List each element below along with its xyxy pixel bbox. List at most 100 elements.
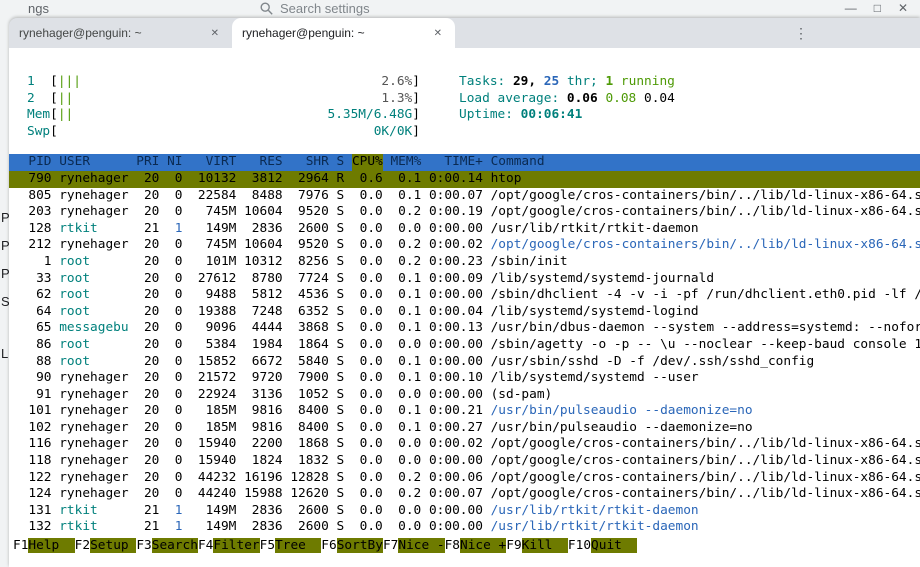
cell-mem: 0.1	[390, 354, 421, 371]
process-row[interactable]: 128rtkit211149M28362600S0.00.00:00.00/us…	[9, 221, 920, 238]
cell-s: S	[337, 337, 345, 354]
cell-shr: 4536	[290, 287, 329, 304]
cell-cpu: 0.0	[352, 470, 383, 487]
process-row[interactable]: 86root200538419841864S0.00.00:00.00/sbin…	[9, 337, 920, 354]
process-row[interactable]: 132rtkit211149M28362600S0.00.00:00.00/us…	[9, 519, 920, 536]
process-row[interactable]: 1root200101M103128256S0.00.20:00.23/sbin…	[9, 254, 920, 271]
process-row[interactable]: 88root2001585266725840S0.00.10:00.00/usr…	[9, 354, 920, 371]
fkey-f4[interactable]: F4Filter	[198, 538, 260, 555]
cell-user: rynehager	[59, 171, 128, 188]
cell-virt: 10132	[190, 171, 236, 188]
cell-ni: 0	[167, 204, 182, 221]
close-icon[interactable]: ✕	[898, 0, 908, 17]
column-header-virt[interactable]: VIRT	[190, 154, 236, 171]
process-row[interactable]: 790rynehager2001013238122964R0.60.10:00.…	[9, 171, 920, 188]
process-row[interactable]: 116rynehager2001594022001868S0.00.00:00.…	[9, 436, 920, 453]
process-row[interactable]: 33root2002761287807724S0.00.10:00.09/lib…	[9, 271, 920, 288]
cell-cpu: 0.0	[352, 519, 383, 536]
process-row[interactable]: 122rynehager200442321619612828S0.00.20:0…	[9, 470, 920, 487]
cell-ni: 0	[167, 271, 182, 288]
column-header-user[interactable]: USER	[59, 154, 128, 171]
cell-time: 0:00.04	[429, 304, 483, 321]
cell-pri: 20	[136, 320, 159, 337]
tab-close-icon[interactable]: ✕	[431, 27, 445, 40]
cell-mem: 0.1	[390, 171, 421, 188]
cell-mem: 0.2	[390, 486, 421, 503]
cell-pid: 805	[13, 188, 52, 205]
cell-user: rynehager	[59, 436, 128, 453]
cell-time: 0:00.00	[429, 287, 483, 304]
cell-cmd: (sd-pam)	[491, 387, 553, 404]
process-row[interactable]: 203rynehager200745M106049520S0.00.20:00.…	[9, 204, 920, 221]
process-row[interactable]: 212rynehager200745M106049520S0.00.20:00.…	[9, 237, 920, 254]
cell-shr: 8400	[290, 420, 329, 437]
load-average-label: Load average:	[459, 91, 559, 106]
fkey-f1[interactable]: F1Help	[13, 538, 75, 555]
process-row[interactable]: 91rynehager2002292431361052S0.00.00:00.0…	[9, 387, 920, 404]
cell-user: rynehager	[59, 387, 128, 404]
cell-res: 10312	[244, 254, 283, 271]
settings-search[interactable]: Search settings	[260, 1, 370, 16]
cell-pid: 90	[13, 370, 52, 387]
cell-time: 0:00.00	[429, 503, 483, 520]
fkey-f8[interactable]: F8Nice +	[445, 538, 507, 555]
column-header-res[interactable]: RES	[244, 154, 283, 171]
terminal-tab[interactable]: rynehager@penguin: ~✕	[232, 18, 455, 48]
fkey-f2[interactable]: F2Setup	[75, 538, 137, 555]
process-row[interactable]: 65messagebu200909644443868S0.00.10:00.13…	[9, 320, 920, 337]
process-row[interactable]: 64root2001938872486352S0.00.10:00.04/lib…	[9, 304, 920, 321]
thr-label: thr;	[567, 74, 598, 89]
column-header-s[interactable]: S	[337, 154, 345, 171]
maximize-icon[interactable]: □	[874, 0, 881, 17]
menu-button[interactable]: ⋮	[789, 18, 813, 48]
process-row[interactable]: 805rynehager2002258484887976S0.00.10:00.…	[9, 188, 920, 205]
column-header-ni[interactable]: NI	[167, 154, 182, 171]
fkey-f7[interactable]: F7Nice -	[383, 538, 445, 555]
process-row[interactable]: 62root200948858124536S0.00.10:00.00/sbin…	[9, 287, 920, 304]
process-row[interactable]: 102rynehager200185M98168400S0.00.10:00.2…	[9, 420, 920, 437]
cell-pid: 212	[13, 237, 52, 254]
cell-cpu: 0.0	[352, 271, 383, 288]
tab-close-icon[interactable]: ✕	[208, 27, 222, 40]
fkey-f5[interactable]: F5Tree	[260, 538, 322, 555]
fkey-number: F9	[506, 538, 521, 553]
meter-open-bracket: [	[50, 74, 58, 89]
fkey-f9[interactable]: F9Kill	[506, 538, 568, 555]
cell-cmd: /lib/systemd/systemd-logind	[491, 304, 699, 321]
column-header-pri[interactable]: PRI	[136, 154, 159, 171]
cell-mem: 0.1	[390, 287, 421, 304]
terminal-tab[interactable]: rynehager@penguin: ~✕	[9, 18, 232, 48]
column-header-shr[interactable]: SHR	[290, 154, 329, 171]
fkey-label: SortBy	[337, 538, 383, 553]
load-5min: 0.08	[605, 91, 636, 106]
column-header-mem[interactable]: MEM%	[390, 154, 421, 171]
cell-mem: 0.2	[390, 237, 421, 254]
column-header-time[interactable]: TIME+	[429, 154, 483, 171]
meter-open-bracket: [	[50, 124, 58, 139]
fkey-f10[interactable]: F10Quit	[568, 538, 637, 555]
uptime-line: Uptime: 00:06:41	[459, 107, 675, 124]
fkey-f6[interactable]: F6SortBy	[321, 538, 383, 555]
cell-cpu: 0.0	[352, 453, 383, 470]
column-header-pid[interactable]: PID	[13, 154, 52, 171]
process-row[interactable]: 118rynehager2001594018241832S0.00.00:00.…	[9, 453, 920, 470]
process-row[interactable]: 124rynehager200442401598812620S0.00.20:0…	[9, 486, 920, 503]
cell-time: 0:00.13	[429, 320, 483, 337]
minimize-icon[interactable]: —	[845, 0, 857, 17]
cell-cpu: 0.0	[352, 420, 383, 437]
cell-ni: 1	[167, 519, 182, 536]
process-row[interactable]: 90rynehager2002157297207900S0.00.10:00.1…	[9, 370, 920, 387]
cell-virt: 15940	[190, 453, 236, 470]
cell-cmd: /usr/lib/rtkit/rtkit-daemon	[491, 221, 699, 238]
cell-s: S	[337, 287, 345, 304]
terminal-screen[interactable]: 1 [|||2.6%]2 [||1.3%]Mem[||5.35M/6.48G]S…	[9, 48, 920, 567]
cell-virt: 22924	[190, 387, 236, 404]
cell-ni: 0	[167, 470, 182, 487]
fkey-f3[interactable]: F3Search	[136, 538, 198, 555]
process-row[interactable]: 101rynehager200185M98168400S0.00.10:00.2…	[9, 403, 920, 420]
column-header-cpu[interactable]: CPU%	[352, 154, 383, 171]
column-header-cmd[interactable]: Command	[491, 154, 545, 171]
process-row[interactable]: 131rtkit211149M28362600S0.00.00:00.00/us…	[9, 503, 920, 520]
cell-ni: 0	[167, 188, 182, 205]
cell-res: 4444	[244, 320, 283, 337]
